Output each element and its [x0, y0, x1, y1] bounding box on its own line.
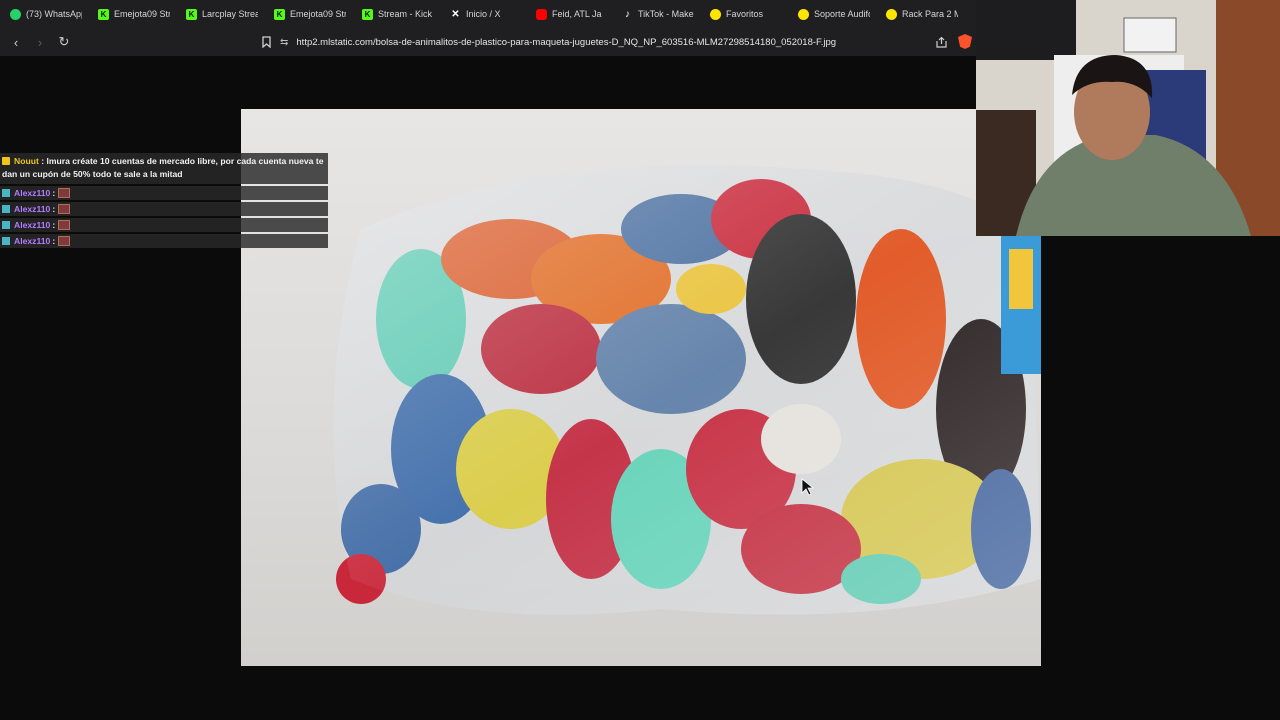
moderator-badge-icon — [2, 205, 10, 213]
bookmark-label: (73) WhatsApp — [26, 9, 82, 19]
bookmark-kick-3[interactable]: K Emejota09 Stre — [264, 0, 352, 28]
emote-icon — [58, 236, 71, 246]
kick-icon: K — [186, 8, 197, 20]
emote-icon — [58, 220, 71, 230]
bookmark-label: Favoritos — [726, 9, 764, 19]
kick-icon: K — [274, 8, 285, 20]
bookmark-whatsapp[interactable]: (73) WhatsApp — [0, 0, 88, 28]
forward-button[interactable]: › — [30, 32, 50, 52]
chat-username[interactable]: Alexz110 — [14, 204, 50, 214]
chat-username[interactable]: Alexz110 — [14, 188, 50, 198]
bookmark-label: Soporte Audifo — [814, 9, 870, 19]
address-bar[interactable]: ⇆ http2.mlstatic.com/bolsa-de-animalitos… — [280, 32, 976, 52]
bookmark-label: Larcplay Stream — [202, 9, 258, 19]
subscriber-badge-icon — [2, 157, 10, 165]
tiktok-icon: ♪ — [625, 8, 630, 20]
bookmark-kick-4[interactable]: K Stream - Kick D — [352, 0, 440, 28]
bookmarks-bar: (73) WhatsApp K Emejota09 Stre K Larcpla… — [0, 0, 976, 28]
youtube-icon — [536, 8, 547, 20]
kick-icon: K — [98, 8, 109, 20]
bookmark-tiktok[interactable]: ♪ TikTok - Make — [612, 0, 700, 28]
bookmark-rack[interactable]: Rack Para 2 Mo — [876, 0, 964, 28]
chat-message-text: : lmura créate 10 cuentas de mercado lib… — [2, 156, 324, 179]
product-photo — [241, 109, 1041, 666]
chat-separator: : — [52, 188, 56, 198]
navigation-toolbar: ‹ › ↻ ⇆ http2.mlstatic.com/bolsa-de-anim… — [0, 28, 976, 56]
plastic-animals-bag-image — [333, 165, 1041, 615]
mercadolibre-icon — [798, 8, 809, 20]
bookmark-label: Inicio / X — [466, 9, 501, 19]
bookmark-youtube[interactable]: Feid, ATL Ja — [526, 0, 612, 28]
bookmark-kick-2[interactable]: K Larcplay Stream — [176, 0, 264, 28]
x-icon: ✕ — [451, 8, 460, 20]
chat-separator: : — [52, 220, 56, 230]
bookmark-label: Emejota09 Stre — [114, 9, 170, 19]
mercadolibre-icon — [710, 8, 721, 20]
bookmark-soporte[interactable]: Soporte Audifo — [788, 0, 876, 28]
share-icon[interactable] — [933, 33, 949, 51]
site-settings-icon[interactable]: ⇆ — [280, 37, 288, 48]
chat-message: Alexz110 : — [0, 234, 328, 248]
whatsapp-icon — [10, 8, 21, 20]
moderator-badge-icon — [2, 237, 10, 245]
chat-username[interactable]: Alexz110 — [14, 236, 50, 246]
streamer-webcam-image — [976, 0, 1280, 236]
emote-icon — [58, 188, 71, 198]
webcam-overlay — [976, 0, 1280, 236]
bookmark-favoritos[interactable]: Favoritos — [700, 0, 788, 28]
moderator-badge-icon — [2, 189, 10, 197]
chat-message: Nouut : lmura créate 10 cuentas de merca… — [0, 153, 328, 184]
emote-icon — [58, 204, 71, 214]
reload-button[interactable]: ↻ — [54, 32, 74, 52]
bookmark-label: Stream - Kick D — [378, 9, 434, 19]
bookmark-label: TikTok - Make — [638, 9, 694, 19]
chat-separator: : — [52, 204, 56, 214]
bookmark-label: Feid, ATL Ja — [552, 9, 602, 19]
chat-message: Alexz110 : — [0, 202, 328, 216]
bookmark-label: Rack Para 2 Mo — [902, 9, 958, 19]
chat-username[interactable]: Nouut — [14, 156, 39, 166]
stream-chat: Nouut : lmura créate 10 cuentas de merca… — [0, 153, 328, 248]
chat-message: Alexz110 : — [0, 186, 328, 200]
kick-icon: K — [362, 8, 373, 20]
screen: (73) WhatsApp K Emejota09 Stre K Larcpla… — [0, 0, 1280, 720]
back-button[interactable]: ‹ — [6, 32, 26, 52]
url-text[interactable]: http2.mlstatic.com/bolsa-de-animalitos-d… — [296, 37, 916, 48]
bookmark-kick-1[interactable]: K Emejota09 Stre — [88, 0, 176, 28]
mercadolibre-icon — [886, 8, 897, 20]
bookmark-x[interactable]: ✕ Inicio / X — [440, 0, 526, 28]
chat-message: Alexz110 : — [0, 218, 328, 232]
bookmark-page-icon[interactable] — [258, 33, 274, 51]
moderator-badge-icon — [2, 221, 10, 229]
chat-separator: : — [52, 236, 56, 246]
bookmark-label: Emejota09 Stre — [290, 9, 346, 19]
chat-username[interactable]: Alexz110 — [14, 220, 50, 230]
